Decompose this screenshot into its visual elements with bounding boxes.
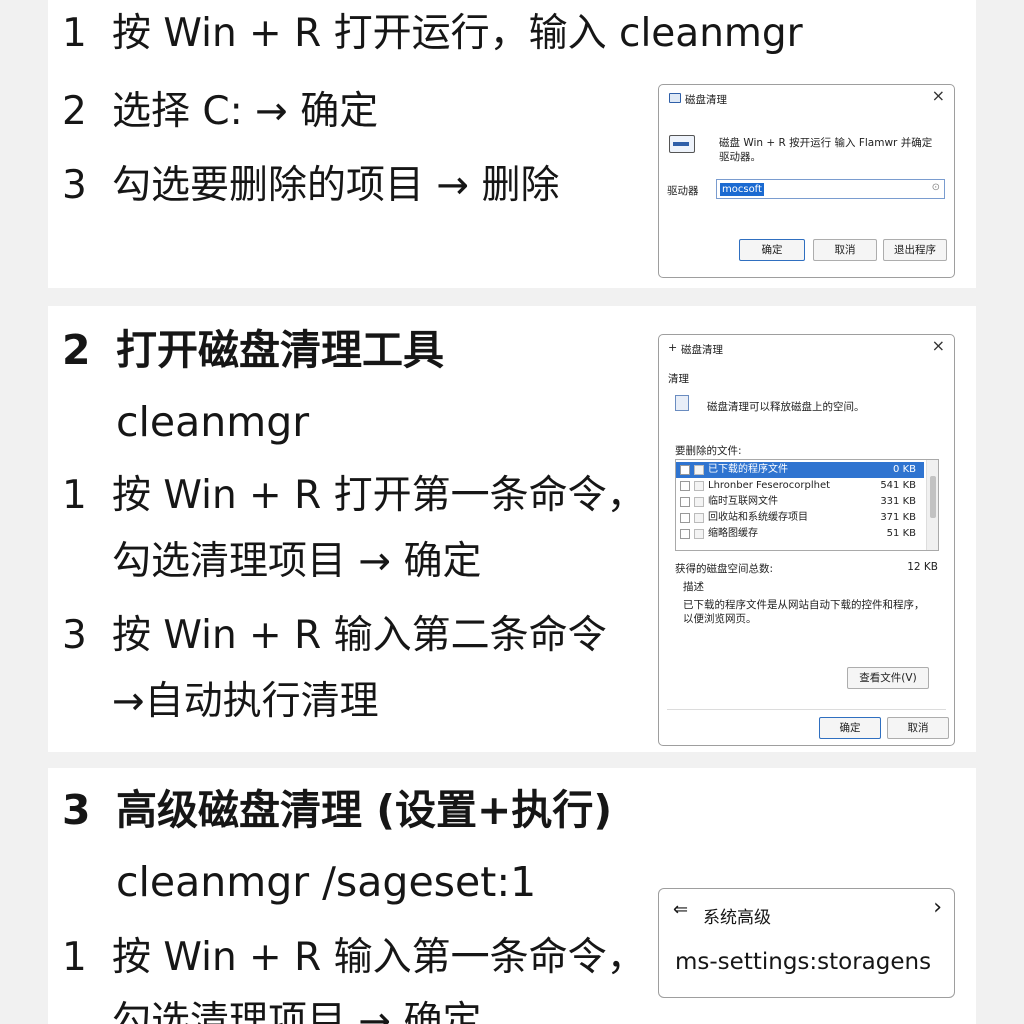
disk-cleanup-dialog: + 磁盘清理 × 清理 磁盘清理可以释放磁盘上的空间。 要删除的文件: 已下载的… bbox=[658, 334, 955, 746]
drive-select-value: mocsoft bbox=[720, 183, 764, 196]
files-list[interactable]: 已下载的程序文件 0 KB Lhronber Feserocorplhet 54… bbox=[675, 459, 939, 551]
command-text: cleanmgr bbox=[116, 398, 310, 446]
step-number: 1 bbox=[62, 473, 87, 518]
step-text: 按 Win + R 打开第一条命令， bbox=[112, 473, 646, 518]
step-text: 选择 C: → 确定 bbox=[112, 89, 379, 134]
chevron-right-icon[interactable]: › bbox=[933, 897, 942, 919]
checkbox[interactable] bbox=[680, 481, 690, 491]
section-heading: 打开磁盘清理工具 bbox=[116, 326, 444, 374]
dropdown-icon: ⊙ bbox=[931, 182, 940, 193]
file-icon bbox=[694, 497, 704, 507]
description-text: 已下载的程序文件是从网站自动下载的控件和程序， bbox=[683, 599, 925, 611]
list-item[interactable]: 缩略图缓存 51 KB bbox=[676, 526, 924, 542]
step-text: 勾选清理项目 → 确定 bbox=[112, 999, 482, 1024]
section-3-card: 3 高级磁盘清理 (设置+执行) cleanmgr /sageset:1 1 按… bbox=[48, 768, 976, 1024]
cancel-button[interactable]: 取消 bbox=[887, 717, 949, 739]
list-scrollbar[interactable] bbox=[926, 460, 938, 550]
dialog-title: 磁盘清理 bbox=[681, 344, 723, 356]
step-number: 3 bbox=[62, 163, 87, 208]
total-label: 获得的磁盘空间总数: bbox=[675, 563, 774, 575]
description-heading: 描述 bbox=[683, 581, 704, 593]
step-text: 勾选要删除的项目 → 删除 bbox=[112, 163, 560, 208]
list-item[interactable]: 临时互联网文件 331 KB bbox=[676, 494, 924, 510]
ok-button[interactable]: 确定 bbox=[739, 239, 805, 261]
dialog-title: 磁盘清理 bbox=[685, 94, 727, 106]
list-item[interactable]: Lhronber Feserocorplhet 541 KB bbox=[676, 478, 924, 494]
run-icon bbox=[669, 135, 695, 153]
ok-button[interactable]: 确定 bbox=[819, 717, 881, 739]
section-1-card: 1 按 Win + R 打开运行，输入 cleanmgr 2 选择 C: → 确… bbox=[48, 0, 976, 288]
settings-box[interactable]: ⇐ 系统高级 › ms-settings:storagens bbox=[658, 888, 955, 998]
item-name: 回收站和系统缓存项目 bbox=[708, 512, 808, 523]
checkbox[interactable] bbox=[680, 529, 690, 539]
step-text: 按 Win + R 输入第二条命令 bbox=[112, 613, 607, 658]
exit-button[interactable]: 退出程序 bbox=[883, 239, 947, 261]
step-number: 1 bbox=[62, 935, 87, 980]
list-item[interactable]: 回收站和系统缓存项目 371 KB bbox=[676, 510, 924, 526]
checkbox[interactable] bbox=[680, 513, 690, 523]
view-files-button[interactable]: 查看文件(V) bbox=[847, 667, 929, 689]
item-size: 0 KB bbox=[893, 464, 916, 475]
dialog-description: 磁盘清理可以释放磁盘上的空间。 bbox=[707, 401, 865, 413]
window-icon bbox=[669, 93, 681, 103]
step-text: 勾选清理项目 → 确定 bbox=[112, 539, 482, 584]
drive-select[interactable]: mocsoft ⊙ bbox=[716, 179, 945, 199]
step-text: →自动执行清理 bbox=[112, 679, 379, 724]
dialog-message-2: 驱动器。 bbox=[719, 151, 761, 163]
item-name: Lhronber Feserocorplhet bbox=[708, 480, 831, 491]
item-size: 371 KB bbox=[880, 512, 916, 523]
item-size: 51 KB bbox=[886, 528, 916, 539]
settings-title: 系统高级 bbox=[703, 908, 771, 928]
item-name: 临时互联网文件 bbox=[708, 496, 778, 507]
step-number: 1 bbox=[62, 11, 87, 56]
dialog-titlebar: + 磁盘清理 × bbox=[659, 335, 954, 363]
close-icon[interactable]: × bbox=[932, 88, 945, 104]
section-heading: 高级磁盘清理 (设置+执行) bbox=[116, 786, 613, 834]
file-icon bbox=[694, 529, 704, 539]
step-number: 2 bbox=[62, 89, 87, 134]
item-name: 缩略图缓存 bbox=[708, 528, 758, 539]
checkbox[interactable] bbox=[680, 465, 690, 475]
dialog-message: 磁盘 Win + R 按开运行 输入 Flamwr 并确定 bbox=[719, 137, 933, 149]
list-item[interactable]: 已下载的程序文件 0 KB bbox=[676, 462, 924, 478]
disk-icon bbox=[675, 395, 689, 411]
run-dialog: 磁盘清理 × 磁盘 Win + R 按开运行 输入 Flamwr 并确定 驱动器… bbox=[658, 84, 955, 278]
close-icon[interactable]: × bbox=[932, 338, 945, 354]
file-icon bbox=[694, 481, 704, 491]
back-arrow-icon[interactable]: ⇐ bbox=[673, 901, 688, 919]
checkbox[interactable] bbox=[680, 497, 690, 507]
command-text: cleanmgr /sageset:1 bbox=[116, 858, 537, 906]
section-2-card: 2 打开磁盘清理工具 cleanmgr 1 按 Win + R 打开第一条命令，… bbox=[48, 306, 976, 752]
total-value: 12 KB bbox=[907, 561, 938, 573]
field-label: 驱动器 bbox=[667, 185, 699, 197]
list-label: 要删除的文件: bbox=[675, 445, 742, 457]
description-text-2: 以便浏览网页。 bbox=[683, 613, 757, 625]
scrollbar-thumb[interactable] bbox=[930, 476, 936, 518]
step-text: 按 Win + R 打开运行，输入 cleanmgr bbox=[112, 11, 803, 56]
section-number: 3 bbox=[62, 786, 91, 834]
divider bbox=[667, 709, 946, 710]
file-icon bbox=[694, 513, 704, 523]
item-size: 541 KB bbox=[880, 480, 916, 491]
plus-icon: + bbox=[668, 341, 678, 354]
settings-uri: ms-settings:storagens bbox=[675, 949, 932, 975]
tab-cleanup[interactable]: 清理 bbox=[668, 371, 689, 386]
step-text: 按 Win + R 输入第一条命令， bbox=[112, 935, 646, 980]
step-number: 3 bbox=[62, 613, 87, 658]
item-size: 331 KB bbox=[880, 496, 916, 507]
dialog-titlebar: 磁盘清理 × bbox=[659, 85, 954, 113]
file-icon bbox=[694, 465, 704, 475]
section-number: 2 bbox=[62, 326, 91, 374]
cancel-button[interactable]: 取消 bbox=[813, 239, 877, 261]
item-name: 已下载的程序文件 bbox=[708, 464, 788, 475]
